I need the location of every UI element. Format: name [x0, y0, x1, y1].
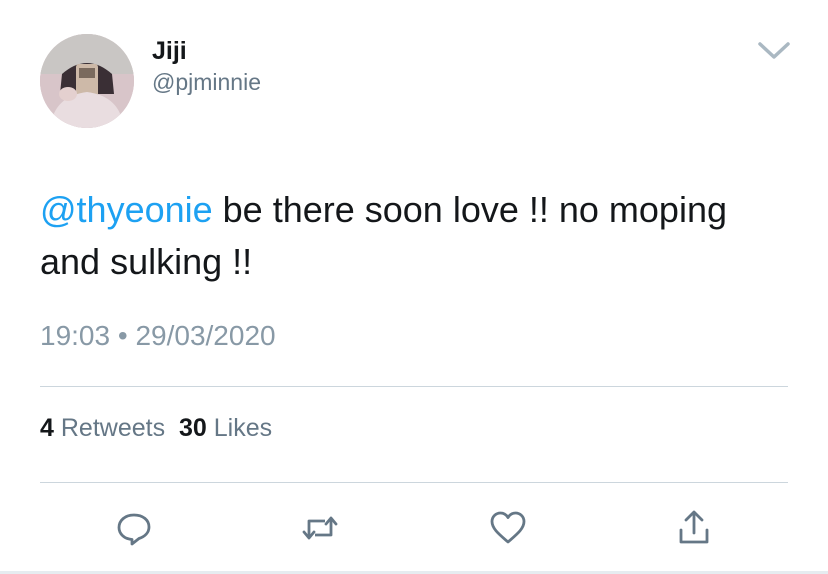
mention-link[interactable]: @thyeonie [40, 189, 213, 230]
tweet-date: 29/03/2020 [135, 320, 276, 351]
likes-label: Likes [213, 414, 273, 442]
tweet-time: 19:03 [40, 320, 111, 351]
likes-stat[interactable]: 30 Likes [179, 414, 272, 442]
display-name[interactable]: Jiji [152, 36, 187, 66]
retweet-icon [302, 516, 338, 540]
share-button[interactable] [674, 508, 714, 548]
retweets-label: Retweets [60, 414, 166, 442]
reply-icon [117, 513, 151, 546]
retweet-button[interactable] [300, 508, 340, 548]
like-button[interactable] [488, 508, 528, 548]
timestamp-separator: • [117, 320, 128, 351]
retweets-stat[interactable]: 4 Retweets [40, 414, 165, 442]
tweet-detail: Jiji @pjminnie @thyeonie be there soon l… [0, 0, 828, 574]
share-icon [679, 510, 709, 544]
chevron-down-icon[interactable] [756, 36, 792, 64]
tweet-text: @thyeonie be there soon love !! no mopin… [40, 184, 790, 288]
likes-count: 30 [178, 414, 207, 442]
avatar[interactable] [40, 34, 134, 128]
user-handle[interactable]: @pjminnie [152, 68, 261, 96]
heart-icon [490, 511, 526, 544]
reply-button[interactable] [114, 508, 154, 548]
divider [40, 386, 788, 387]
tweet-stats: 4 Retweets 30 Likes [40, 412, 272, 444]
divider [40, 482, 788, 483]
avatar-photo [40, 34, 134, 128]
retweets-count: 4 [40, 414, 54, 442]
tweet-timestamp: 19:03 • 29/03/2020 [40, 318, 276, 354]
